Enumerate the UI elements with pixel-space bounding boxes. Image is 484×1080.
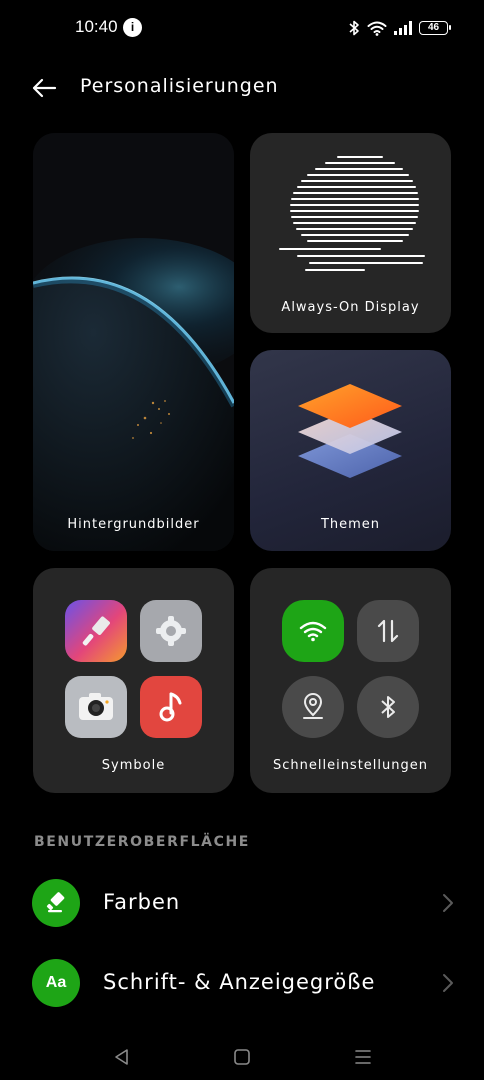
music-note-icon [140,676,202,738]
themes-label: Themen [320,517,381,532]
aod-label: Always-On Display [281,300,420,315]
section-title: BENUTZEROBERFLÄCHE [34,834,250,850]
nav-home-button[interactable] [227,1046,257,1068]
quick-settings-label: Schnelleinstellungen [272,758,428,773]
back-triangle-icon [115,1049,128,1065]
navigation-bar [0,1030,484,1080]
icons-label: Symbole [101,758,166,773]
quick-settings-card[interactable]: Schnelleinstellungen [250,568,451,793]
back-button[interactable] [26,70,62,106]
nav-back-button[interactable] [106,1046,136,1068]
font-size-icon: Aa [32,959,80,1007]
settings-gear-icon [140,600,202,662]
chevron-right-icon [443,894,453,912]
page-title: Personalisierungen [80,75,279,97]
arrow-left-icon [32,78,57,98]
wallpapers-card[interactable]: Hintergrundbilder [33,133,234,551]
status-bar: 10:40 i 46 [0,0,484,56]
brush-app-icon [65,600,127,662]
wifi-icon [367,21,387,36]
recents-menu-icon [355,1050,371,1064]
status-time: 10:40 [75,17,118,36]
icons-card[interactable]: Symbole [33,568,234,793]
bluetooth-toggle-icon [357,676,419,738]
home-square-icon [234,1049,250,1065]
aod-sun-illustration [279,156,425,271]
status-icons: 46 [348,17,451,39]
font-size-label: Schrift- & Anzeigegröße [103,970,376,994]
page-header: Personalisierungen [0,62,484,114]
signal-icon [394,21,412,35]
themes-card[interactable]: Themen [250,350,451,551]
battery-icon: 46 [419,21,451,35]
font-size-icon-text: Aa [45,974,67,991]
earth-wallpaper-image [33,133,234,551]
always-on-display-card[interactable]: Always-On Display [250,133,451,333]
bluetooth-icon [349,20,359,36]
brush-icon [32,879,80,927]
list-item-colors[interactable]: Farben [0,867,484,939]
notification-info-icon: i [123,18,142,37]
chevron-right-icon [443,974,453,992]
nav-recents-button[interactable] [348,1046,378,1068]
wifi-toggle-icon [282,600,344,662]
camera-icon [65,676,127,738]
themes-layers-icon [298,384,402,478]
wallpapers-label: Hintergrundbilder [67,517,200,532]
mobile-data-icon [357,600,419,662]
colors-label: Farben [103,890,181,914]
location-icon [282,676,344,738]
list-item-font-size[interactable]: Aa Schrift- & Anzeigegröße [0,947,484,1019]
